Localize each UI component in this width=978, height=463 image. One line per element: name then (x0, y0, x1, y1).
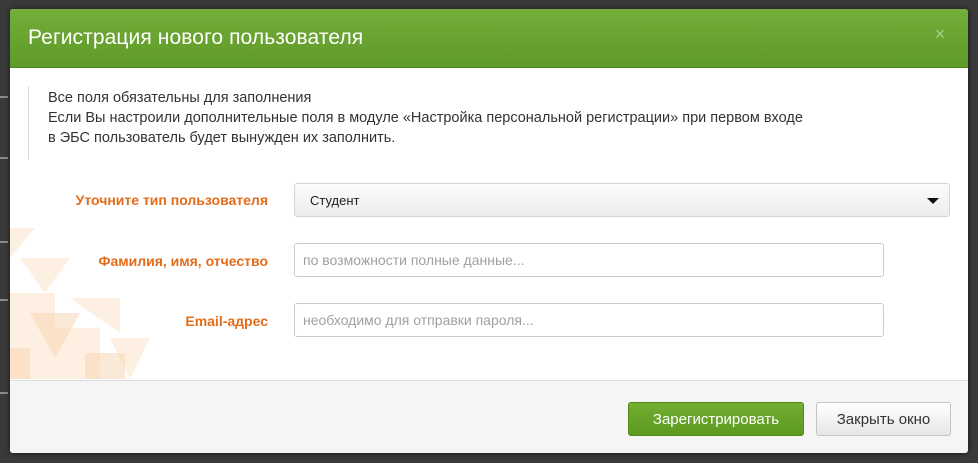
full-name-label: Фамилия, имя, отчество (98, 253, 268, 269)
backdrop-mark (0, 392, 8, 394)
dialog-body: Все поля обязательны для заполнения Если… (10, 68, 968, 379)
register-button[interactable]: Зарегистрировать (628, 402, 804, 436)
user-type-select[interactable]: Студент (294, 183, 950, 217)
dialog-header: Регистрация нового пользователя × (10, 9, 968, 68)
registration-dialog: Регистрация нового пользователя × Все по… (10, 9, 968, 453)
notice-line: Все поля обязательны для заполнения (48, 90, 312, 106)
close-window-button[interactable]: Закрыть окно (816, 402, 951, 436)
email-label: Email-адрес (185, 313, 268, 329)
backdrop-mark (0, 96, 8, 98)
close-icon[interactable]: × (930, 24, 950, 44)
dialog-title: Регистрация нового пользователя (28, 26, 364, 49)
backdrop-mark (0, 299, 8, 301)
user-type-label: Уточните тип пользователя (75, 192, 268, 208)
full-name-input[interactable] (294, 243, 884, 277)
user-type-selected-value: Студент (310, 193, 360, 208)
notice-line: Если Вы настроили дополнительные поля в … (48, 110, 803, 126)
dialog-footer: Зарегистрировать Закрыть окно (10, 380, 968, 453)
backdrop-mark (0, 157, 8, 159)
info-notice: Все поля обязательны для заполнения Если… (28, 86, 951, 160)
notice-line: в ЭБС пользователь будет вынужден их зап… (48, 130, 396, 146)
chevron-down-icon (927, 198, 939, 204)
email-input[interactable] (294, 303, 884, 337)
backdrop-mark (0, 241, 8, 243)
